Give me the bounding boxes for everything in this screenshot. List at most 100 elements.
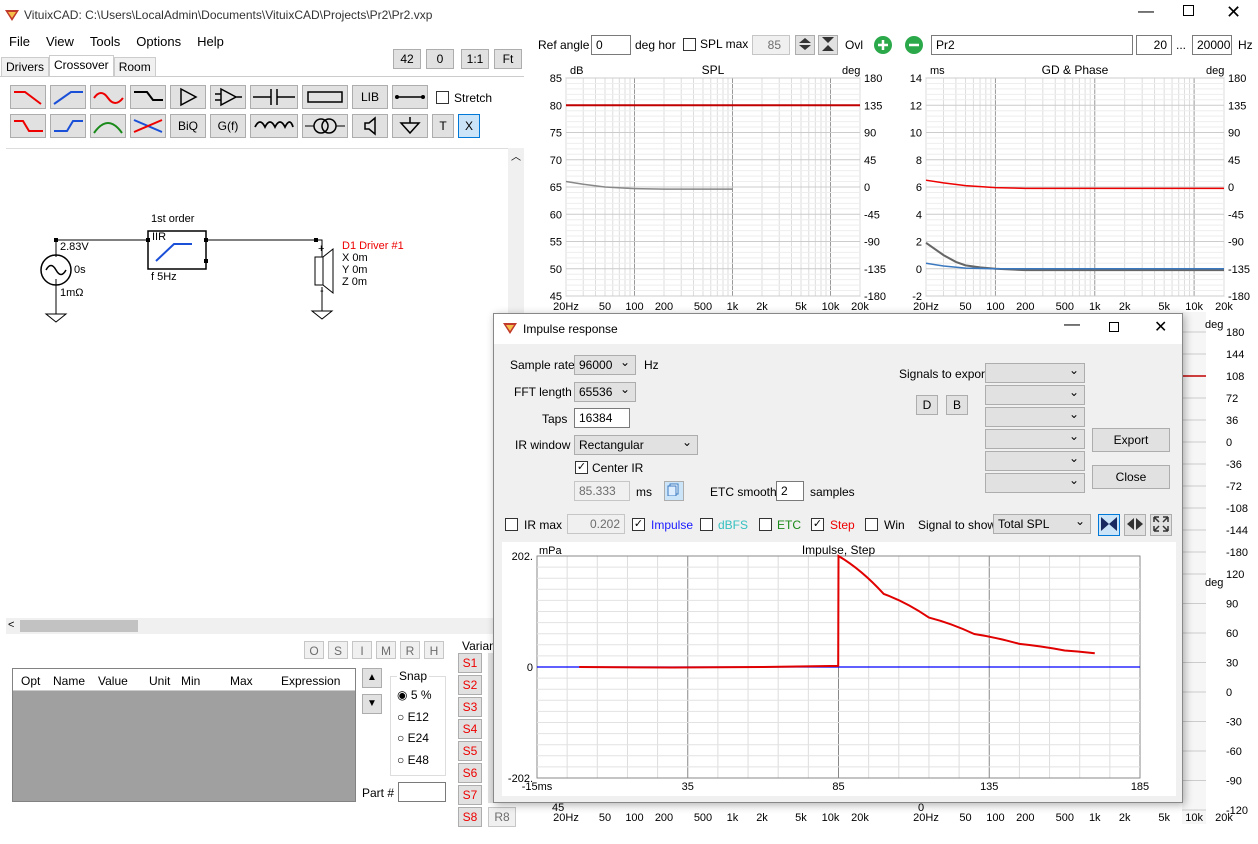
zoom-value-2[interactable]: 0	[426, 49, 454, 69]
ref-angle-input[interactable]: 0	[591, 35, 631, 55]
text-tool-button[interactable]: T	[432, 114, 454, 138]
buffer-tool-icon[interactable]	[170, 85, 206, 109]
slot-s6[interactable]: S6	[458, 763, 482, 783]
menu-view[interactable]: View	[37, 30, 81, 49]
sample-rate-select[interactable]: 96000	[574, 353, 636, 375]
zoom-fit-button[interactable]: Ft	[494, 49, 522, 69]
copy-icon[interactable]	[664, 481, 684, 501]
param-btn-i[interactable]: I	[352, 641, 372, 659]
snap-e24[interactable]: ○ E24	[397, 731, 429, 745]
move-down-button[interactable]: ▼	[362, 694, 382, 714]
taps-input[interactable]: 16384	[574, 408, 630, 428]
export-signal-5[interactable]	[985, 449, 1085, 471]
close-window-button[interactable]: ✕	[1226, 2, 1241, 23]
param-btn-o[interactable]: O	[304, 641, 324, 659]
allpass-tool-icon[interactable]	[90, 85, 126, 109]
minimize-button[interactable]: —	[1138, 3, 1154, 21]
capacitor-tool-icon[interactable]	[250, 85, 298, 109]
etc-smooth-input[interactable]: 2	[776, 481, 804, 501]
snap-5pct[interactable]: ◉ 5 %	[397, 688, 432, 702]
snap-e48[interactable]: ○ E48	[397, 753, 429, 767]
export-signal-6[interactable]	[985, 471, 1085, 493]
param-btn-h[interactable]: H	[424, 641, 444, 659]
menu-options[interactable]: Options	[127, 30, 188, 49]
export-button[interactable]: Export	[1092, 428, 1170, 452]
impulse-step-chart[interactable]: Impulse, Step mPa 202. 0 -202. -15ms 35 85 135 18…	[502, 542, 1176, 796]
spl-max-checkbox[interactable]	[683, 38, 696, 51]
library-button[interactable]: LIB	[352, 85, 388, 109]
slot-s5[interactable]: S5	[458, 741, 482, 761]
slot-s7[interactable]: S7	[458, 785, 482, 805]
zoom-1to1-button[interactable]: 1:1	[461, 49, 489, 69]
irmax-checkbox[interactable]	[505, 518, 518, 531]
slot-s1[interactable]: S1	[458, 653, 482, 673]
tab-room[interactable]: Room	[113, 57, 156, 76]
slot-r8[interactable]: R8	[488, 807, 516, 827]
menu-help[interactable]: Help	[188, 30, 231, 49]
collapse-icon[interactable]	[818, 35, 838, 55]
fft-length-select[interactable]: 65536	[574, 380, 636, 402]
param-btn-s[interactable]: S	[328, 641, 348, 659]
param-btn-m[interactable]: M	[376, 641, 396, 659]
biquad-button[interactable]: BiQ	[170, 114, 206, 138]
speaker-tool-icon[interactable]	[352, 114, 388, 138]
opamp-tool-icon[interactable]	[210, 85, 246, 109]
spl-max-input[interactable]: 85	[752, 35, 790, 55]
expand-horizontal-icon[interactable]	[1124, 514, 1146, 536]
gf-button[interactable]: G(f)	[210, 114, 246, 138]
parameter-grid[interactable]: Opt Name Value Unit Min Max Expression	[12, 668, 356, 802]
param-btn-r[interactable]: R	[400, 641, 420, 659]
export-signal-1[interactable]	[985, 361, 1085, 383]
export-b-button[interactable]: B	[946, 395, 968, 415]
center-ir-checkbox[interactable]: ✓	[575, 461, 588, 474]
notch-tool-icon[interactable]	[130, 114, 166, 138]
schematic-hscrollbar[interactable]: <	[6, 618, 508, 634]
slot-s8[interactable]: S8	[458, 807, 482, 827]
lowpass2-tool-icon[interactable]	[10, 114, 46, 138]
inductor-tool-icon[interactable]	[250, 114, 298, 138]
signal-select[interactable]: Total SPL	[993, 512, 1091, 534]
snap-e12[interactable]: ○ E12	[397, 710, 429, 724]
slot-s3[interactable]: S3	[458, 697, 482, 717]
spin-updown-icon[interactable]	[795, 35, 815, 55]
spl-chart[interactable]: 85 180 80 135 75 90 70 45 65 0 60 -45 55 -90 50 -135 45-…	[536, 62, 894, 313]
etc-checkbox[interactable]	[759, 518, 772, 531]
shelf-tool-icon[interactable]	[130, 85, 166, 109]
bandpass-tool-icon[interactable]	[90, 114, 126, 138]
fit-horizontal-icon[interactable]	[1098, 514, 1120, 536]
part-number-input[interactable]	[398, 782, 446, 802]
schematic-canvas[interactable]: 1st order IIR f 5Hz 2.83V 0s 1mΩ + - D1 …	[6, 148, 524, 618]
delay-input[interactable]: 85.333	[574, 481, 630, 501]
slot-s2[interactable]: S2	[458, 675, 482, 695]
x-tool-button[interactable]: X	[458, 114, 480, 138]
resistor-tool-icon[interactable]	[302, 85, 348, 109]
dialog-maximize-button[interactable]	[1109, 322, 1119, 332]
remove-overlay-icon[interactable]	[901, 35, 927, 55]
dbfs-checkbox[interactable]	[700, 518, 713, 531]
tab-drivers[interactable]: Drivers	[1, 57, 49, 76]
project-name-input[interactable]: Pr2	[931, 35, 1133, 55]
dialog-close-button[interactable]: Close	[1092, 465, 1170, 489]
ir-window-select[interactable]: Rectangular	[574, 433, 698, 455]
highpass2-tool-icon[interactable]	[50, 114, 86, 138]
freq-high-input[interactable]: 20000	[1192, 35, 1232, 55]
freq-low-input[interactable]: 20	[1136, 35, 1172, 55]
dialog-close-icon[interactable]: ✕	[1154, 317, 1167, 337]
step-checkbox[interactable]: ✓	[811, 518, 824, 531]
menu-tools[interactable]: Tools	[81, 30, 127, 49]
lowpass1-tool-icon[interactable]	[10, 85, 46, 109]
maximize-button[interactable]	[1183, 5, 1194, 16]
export-signal-4[interactable]	[985, 427, 1085, 449]
export-d-button[interactable]: D	[916, 395, 938, 415]
fullscreen-icon[interactable]	[1150, 514, 1172, 536]
irmax-input[interactable]: 0.202	[567, 514, 625, 534]
stretch-checkbox[interactable]	[436, 91, 449, 104]
ground-tool-icon[interactable]	[392, 114, 428, 138]
export-signal-3[interactable]	[985, 405, 1085, 427]
win-checkbox[interactable]	[865, 518, 878, 531]
wire-tool-icon[interactable]	[392, 85, 428, 109]
impulse-checkbox[interactable]: ✓	[632, 518, 645, 531]
highpass1-tool-icon[interactable]	[50, 85, 86, 109]
gd-phase-chart[interactable]: 14 180 12 135 10 90 8 45 6 0 4 -45 2 -90 0 -135 -2 -180 20…	[896, 62, 1258, 313]
dialog-minimize-button[interactable]: —	[1064, 316, 1080, 334]
